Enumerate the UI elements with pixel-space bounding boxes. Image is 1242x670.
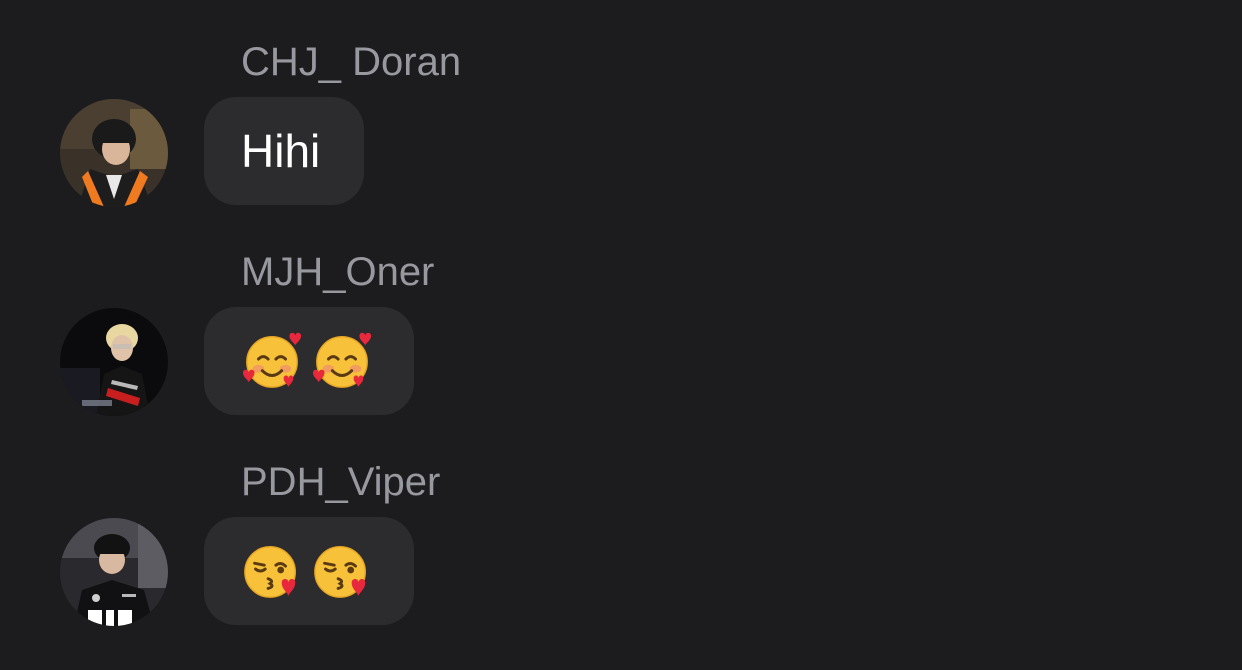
sender-name: PDH_Viper <box>241 460 441 504</box>
avatar[interactable] <box>60 308 168 416</box>
message-text: Hihi <box>241 125 321 177</box>
avatar-photo <box>60 308 168 416</box>
sender-name: CHJ_ Doran <box>241 40 462 84</box>
smiling-face-with-hearts-icon <box>312 332 372 388</box>
sender-name: MJH_Oner <box>241 250 435 294</box>
avatar-photo <box>60 99 168 207</box>
avatar[interactable] <box>60 99 168 207</box>
message-bubble[interactable] <box>204 517 414 625</box>
face-blowing-kiss-icon <box>244 546 296 598</box>
face-blowing-kiss-icon <box>314 546 366 598</box>
message-bubble[interactable]: Hihi <box>204 97 364 205</box>
avatar-photo <box>60 518 168 626</box>
chat-thread: CHJ_ Doran Hihi MJH_Oner PDH_Viper <box>0 0 1242 670</box>
smiling-face-with-hearts-icon <box>242 332 302 388</box>
emoji-row <box>241 540 373 602</box>
message-bubble[interactable] <box>204 307 414 415</box>
emoji-row <box>241 330 373 392</box>
avatar[interactable] <box>60 518 168 626</box>
